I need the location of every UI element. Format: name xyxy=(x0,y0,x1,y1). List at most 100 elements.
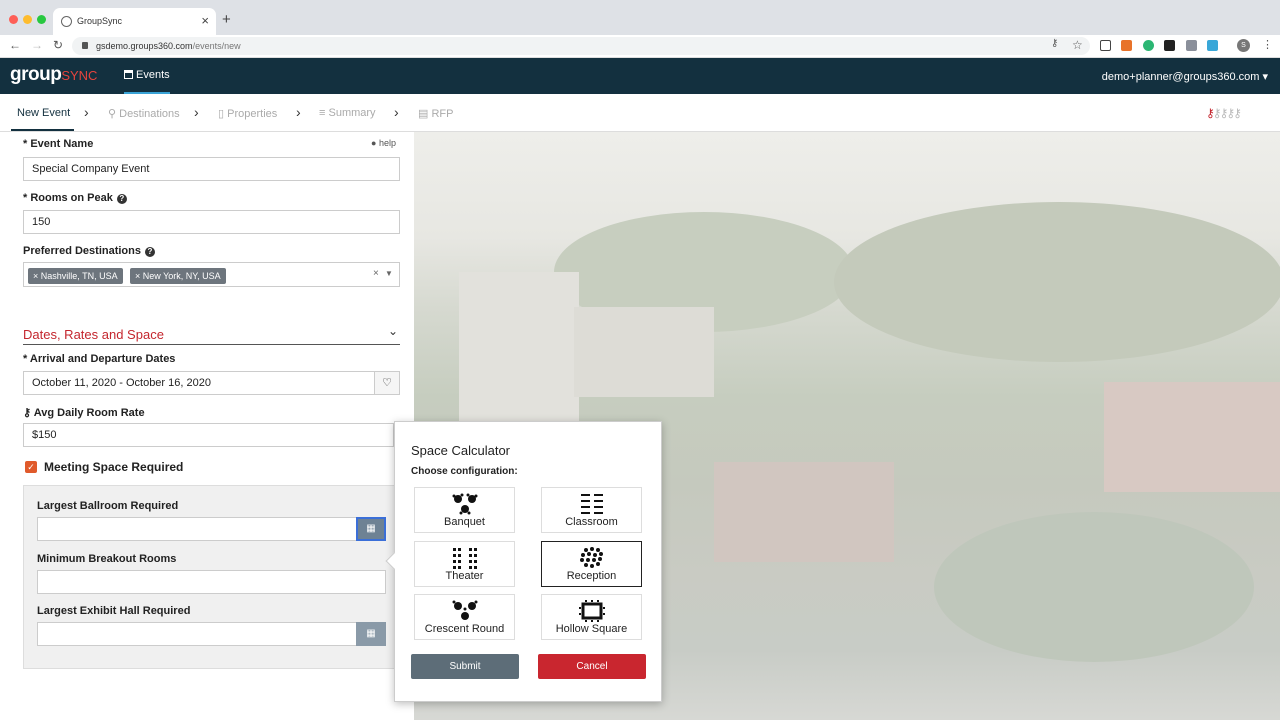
destination-tag[interactable]: × New York, NY, USA xyxy=(130,268,226,284)
key-icon[interactable]: ⚷ xyxy=(1051,38,1058,49)
question-icon[interactable]: ? xyxy=(116,194,127,204)
address-bar: ← → ↻ gsdemo.groups360.com/events/new ⚷ … xyxy=(0,35,1280,58)
rooms-input[interactable]: 150 xyxy=(23,210,400,234)
minimize-window-icon[interactable] xyxy=(23,15,32,24)
tree-area xyxy=(934,512,1254,662)
maximize-window-icon[interactable] xyxy=(37,15,46,24)
extension-icon[interactable] xyxy=(1143,40,1154,51)
breakout-input[interactable] xyxy=(37,570,386,594)
building-shape xyxy=(714,462,894,562)
modal-subtitle: Choose configuration: xyxy=(411,466,518,477)
crescent-round-icon xyxy=(452,600,477,620)
close-tab-icon[interactable]: × xyxy=(201,13,209,28)
theater-icon xyxy=(452,548,477,569)
option-reception[interactable]: Reception xyxy=(541,541,642,587)
dropdown-arrow-icon[interactable]: ▼ xyxy=(385,269,393,278)
calculator-icon[interactable]: ▦ xyxy=(356,517,386,541)
profile-avatar[interactable]: S xyxy=(1237,39,1250,52)
cancel-button[interactable]: Cancel xyxy=(538,654,646,679)
app-header: groupSYNC Events demo+planner@groups360.… xyxy=(0,58,1280,94)
rooms-label: * Rooms on Peak? xyxy=(23,192,127,204)
event-name-label: * Event Name xyxy=(23,138,94,150)
document-icon: ▤ xyxy=(418,108,429,120)
breakout-label: Minimum Breakout Rooms xyxy=(37,553,177,565)
step-summary[interactable]: ≡ Summary xyxy=(319,107,376,119)
browser-tab[interactable]: GroupSync × xyxy=(53,8,216,35)
map-pin-icon: ⚲ xyxy=(108,108,117,120)
wizard-steps: New Event › ⚲ Destinations › ▯ Propertie… xyxy=(0,94,1280,132)
extension-icon[interactable] xyxy=(1186,40,1197,51)
step-destinations[interactable]: ⚲ Destinations xyxy=(108,107,180,120)
star-icon[interactable]: ☆ xyxy=(1072,38,1083,52)
calculator-icon[interactable]: ▦ xyxy=(356,622,386,646)
step-properties[interactable]: ▯ Properties xyxy=(218,107,277,120)
help-link[interactable]: ● help xyxy=(371,138,396,148)
active-step-indicator xyxy=(11,129,74,131)
option-theater[interactable]: Theater xyxy=(414,541,515,587)
url-text: gsdemo.groups360.com/events/new xyxy=(96,41,241,51)
hollow-square-icon xyxy=(578,600,605,622)
event-name-input[interactable]: Special Company Event xyxy=(23,157,400,181)
destinations-select[interactable]: × Nashville, TN, USA × New York, NY, USA… xyxy=(23,262,400,287)
globe-icon xyxy=(61,16,72,27)
extension-icon[interactable] xyxy=(1164,40,1175,51)
classroom-icon xyxy=(580,494,603,514)
tree-area xyxy=(834,202,1280,362)
submit-button[interactable]: Submit xyxy=(411,654,519,679)
meeting-space-checkbox[interactable]: ✓ xyxy=(25,461,37,473)
banquet-icon xyxy=(452,493,477,515)
exhibit-label: Largest Exhibit Hall Required xyxy=(37,605,191,617)
menu-icon[interactable]: ⋮ xyxy=(1262,38,1273,51)
extension-icon[interactable] xyxy=(1121,40,1132,51)
destinations-label: Preferred Destinations? xyxy=(23,245,155,257)
rate-input[interactable]: $150 xyxy=(23,423,394,447)
option-hollow-square[interactable]: Hollow Square xyxy=(541,594,642,640)
dates-label: * Arrival and Departure Dates xyxy=(23,353,176,365)
chevron-right-icon: › xyxy=(394,104,399,120)
ballroom-input[interactable] xyxy=(37,517,386,541)
nav-events[interactable]: Events xyxy=(124,58,170,94)
section-title: Dates, Rates and Space xyxy=(23,327,164,342)
tab-title: GroupSync xyxy=(77,16,123,26)
user-menu[interactable]: demo+planner@groups360.com ▾ xyxy=(1102,70,1268,83)
back-icon[interactable]: ← xyxy=(9,38,21,52)
option-crescent-round[interactable]: Crescent Round xyxy=(414,594,515,640)
clear-icon[interactable]: × xyxy=(373,268,379,279)
list-icon: ≡ xyxy=(319,107,326,119)
building-shape xyxy=(574,307,714,397)
building-icon: ▯ xyxy=(218,108,225,120)
lightbulb-icon[interactable]: ♡ xyxy=(374,371,400,395)
option-banquet[interactable]: Banquet xyxy=(414,487,515,533)
rating-keys-icon: ⚷⚷⚷⚷⚷ xyxy=(1206,106,1242,120)
meeting-space-label: Meeting Space Required xyxy=(44,460,184,474)
lock-icon xyxy=(82,42,88,49)
reload-icon[interactable]: ↻ xyxy=(53,38,63,52)
step-new-event[interactable]: New Event xyxy=(17,107,70,119)
event-form: * Event Name ● help Special Company Even… xyxy=(0,132,414,720)
calendar-icon xyxy=(124,70,133,79)
option-classroom[interactable]: Classroom xyxy=(541,487,642,533)
section-divider xyxy=(23,344,400,345)
new-tab-icon[interactable]: + xyxy=(222,12,231,27)
forward-icon[interactable]: → xyxy=(31,38,43,52)
step-rfp[interactable]: ▤ RFP xyxy=(418,107,453,120)
logo[interactable]: groupSYNC xyxy=(10,64,97,86)
pocket-icon[interactable] xyxy=(1100,40,1111,51)
extension-icon[interactable] xyxy=(1207,40,1218,51)
chevron-down-icon[interactable]: ⌄ xyxy=(388,324,398,338)
chevron-right-icon: › xyxy=(296,104,301,120)
modal-title: Space Calculator xyxy=(411,443,510,458)
close-window-icon[interactable] xyxy=(9,15,18,24)
rate-label: ⚷ Avg Daily Room Rate xyxy=(23,407,145,419)
exhibit-input[interactable] xyxy=(37,622,386,646)
question-icon[interactable]: ? xyxy=(144,247,155,257)
key-icon: ⚷ xyxy=(23,407,32,419)
url-field[interactable]: gsdemo.groups360.com/events/new xyxy=(72,37,1090,55)
ballroom-label: Largest Ballroom Required xyxy=(37,500,179,512)
destination-tag[interactable]: × Nashville, TN, USA xyxy=(28,268,123,284)
chevron-right-icon: › xyxy=(84,104,89,120)
question-icon: ● xyxy=(371,138,377,148)
dates-input[interactable]: October 11, 2020 - October 16, 2020 xyxy=(23,371,375,395)
reception-icon xyxy=(579,547,603,568)
chevron-right-icon: › xyxy=(194,104,199,120)
